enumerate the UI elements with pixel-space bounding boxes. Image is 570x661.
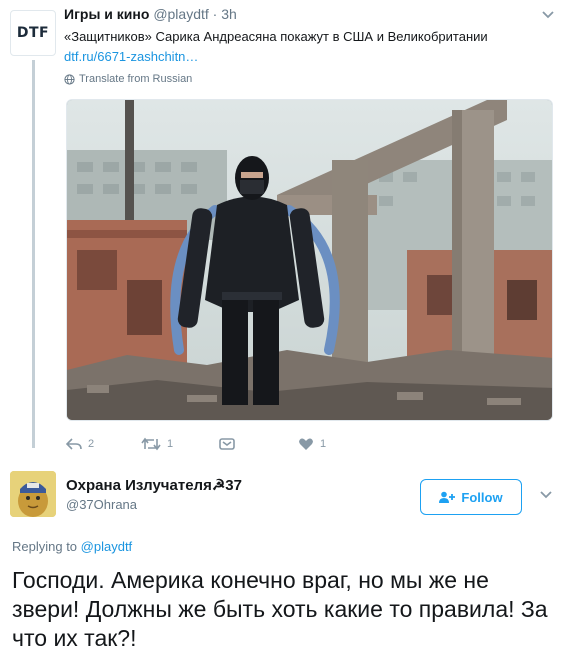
follow-button[interactable]: Follow xyxy=(420,479,522,515)
follow-label: Follow xyxy=(461,489,503,505)
separator: · xyxy=(212,6,218,22)
replying-handle-link[interactable]: @playdtf xyxy=(81,539,133,554)
translate-button[interactable]: Translate from Russian xyxy=(64,73,192,85)
reply-button[interactable]: 2 xyxy=(66,437,94,451)
chevron-down-icon[interactable] xyxy=(538,488,554,502)
tweet-header: Игры и кино @playdtf · 3h xyxy=(64,6,237,22)
author-handle[interactable]: @playdtf xyxy=(153,6,208,22)
tweet-actions: 2 1 1 xyxy=(66,437,366,453)
avatar[interactable] xyxy=(10,471,56,517)
tweet-photo[interactable] xyxy=(66,99,553,421)
dtf-avatar[interactable]: DTF xyxy=(10,10,56,56)
avatar-logo-text: DTF xyxy=(16,25,50,41)
replying-to: Replying to @playdtf xyxy=(12,539,132,554)
reply-count: 2 xyxy=(88,438,95,450)
photo-illustration xyxy=(67,100,552,420)
chevron-down-icon[interactable] xyxy=(540,8,556,22)
dm-button[interactable] xyxy=(219,437,235,451)
thread-connector xyxy=(32,60,35,448)
retweet-button[interactable]: 1 xyxy=(141,437,173,451)
replying-prefix: Replying to xyxy=(12,539,78,554)
author-name[interactable]: Игры и кино xyxy=(64,6,149,22)
retweet-count: 1 xyxy=(167,438,174,450)
author-handle[interactable]: @37Ohrana xyxy=(66,497,137,512)
like-count: 1 xyxy=(320,438,327,450)
like-button[interactable]: 1 xyxy=(298,437,326,451)
tweet-text: Господи. Америка конечно враг, но мы же … xyxy=(12,567,548,651)
follow-user-icon xyxy=(439,491,456,503)
tweet-text: «Защитников» Сарика Андреасяна покажут в… xyxy=(64,29,488,44)
tweet-link[interactable]: dtf.ru/6671-zashchitn… xyxy=(64,49,198,64)
dm-icon xyxy=(219,438,235,450)
retweet-icon xyxy=(141,437,161,451)
avatar-image xyxy=(10,471,56,517)
tweet-time[interactable]: 3h xyxy=(221,6,237,22)
reply-icon xyxy=(66,438,82,450)
translate-label: Translate from Russian xyxy=(79,73,193,85)
globe-icon xyxy=(64,73,75,85)
author-name[interactable]: Охрана Излучателя☭37 xyxy=(66,476,242,494)
heart-icon xyxy=(299,438,313,450)
